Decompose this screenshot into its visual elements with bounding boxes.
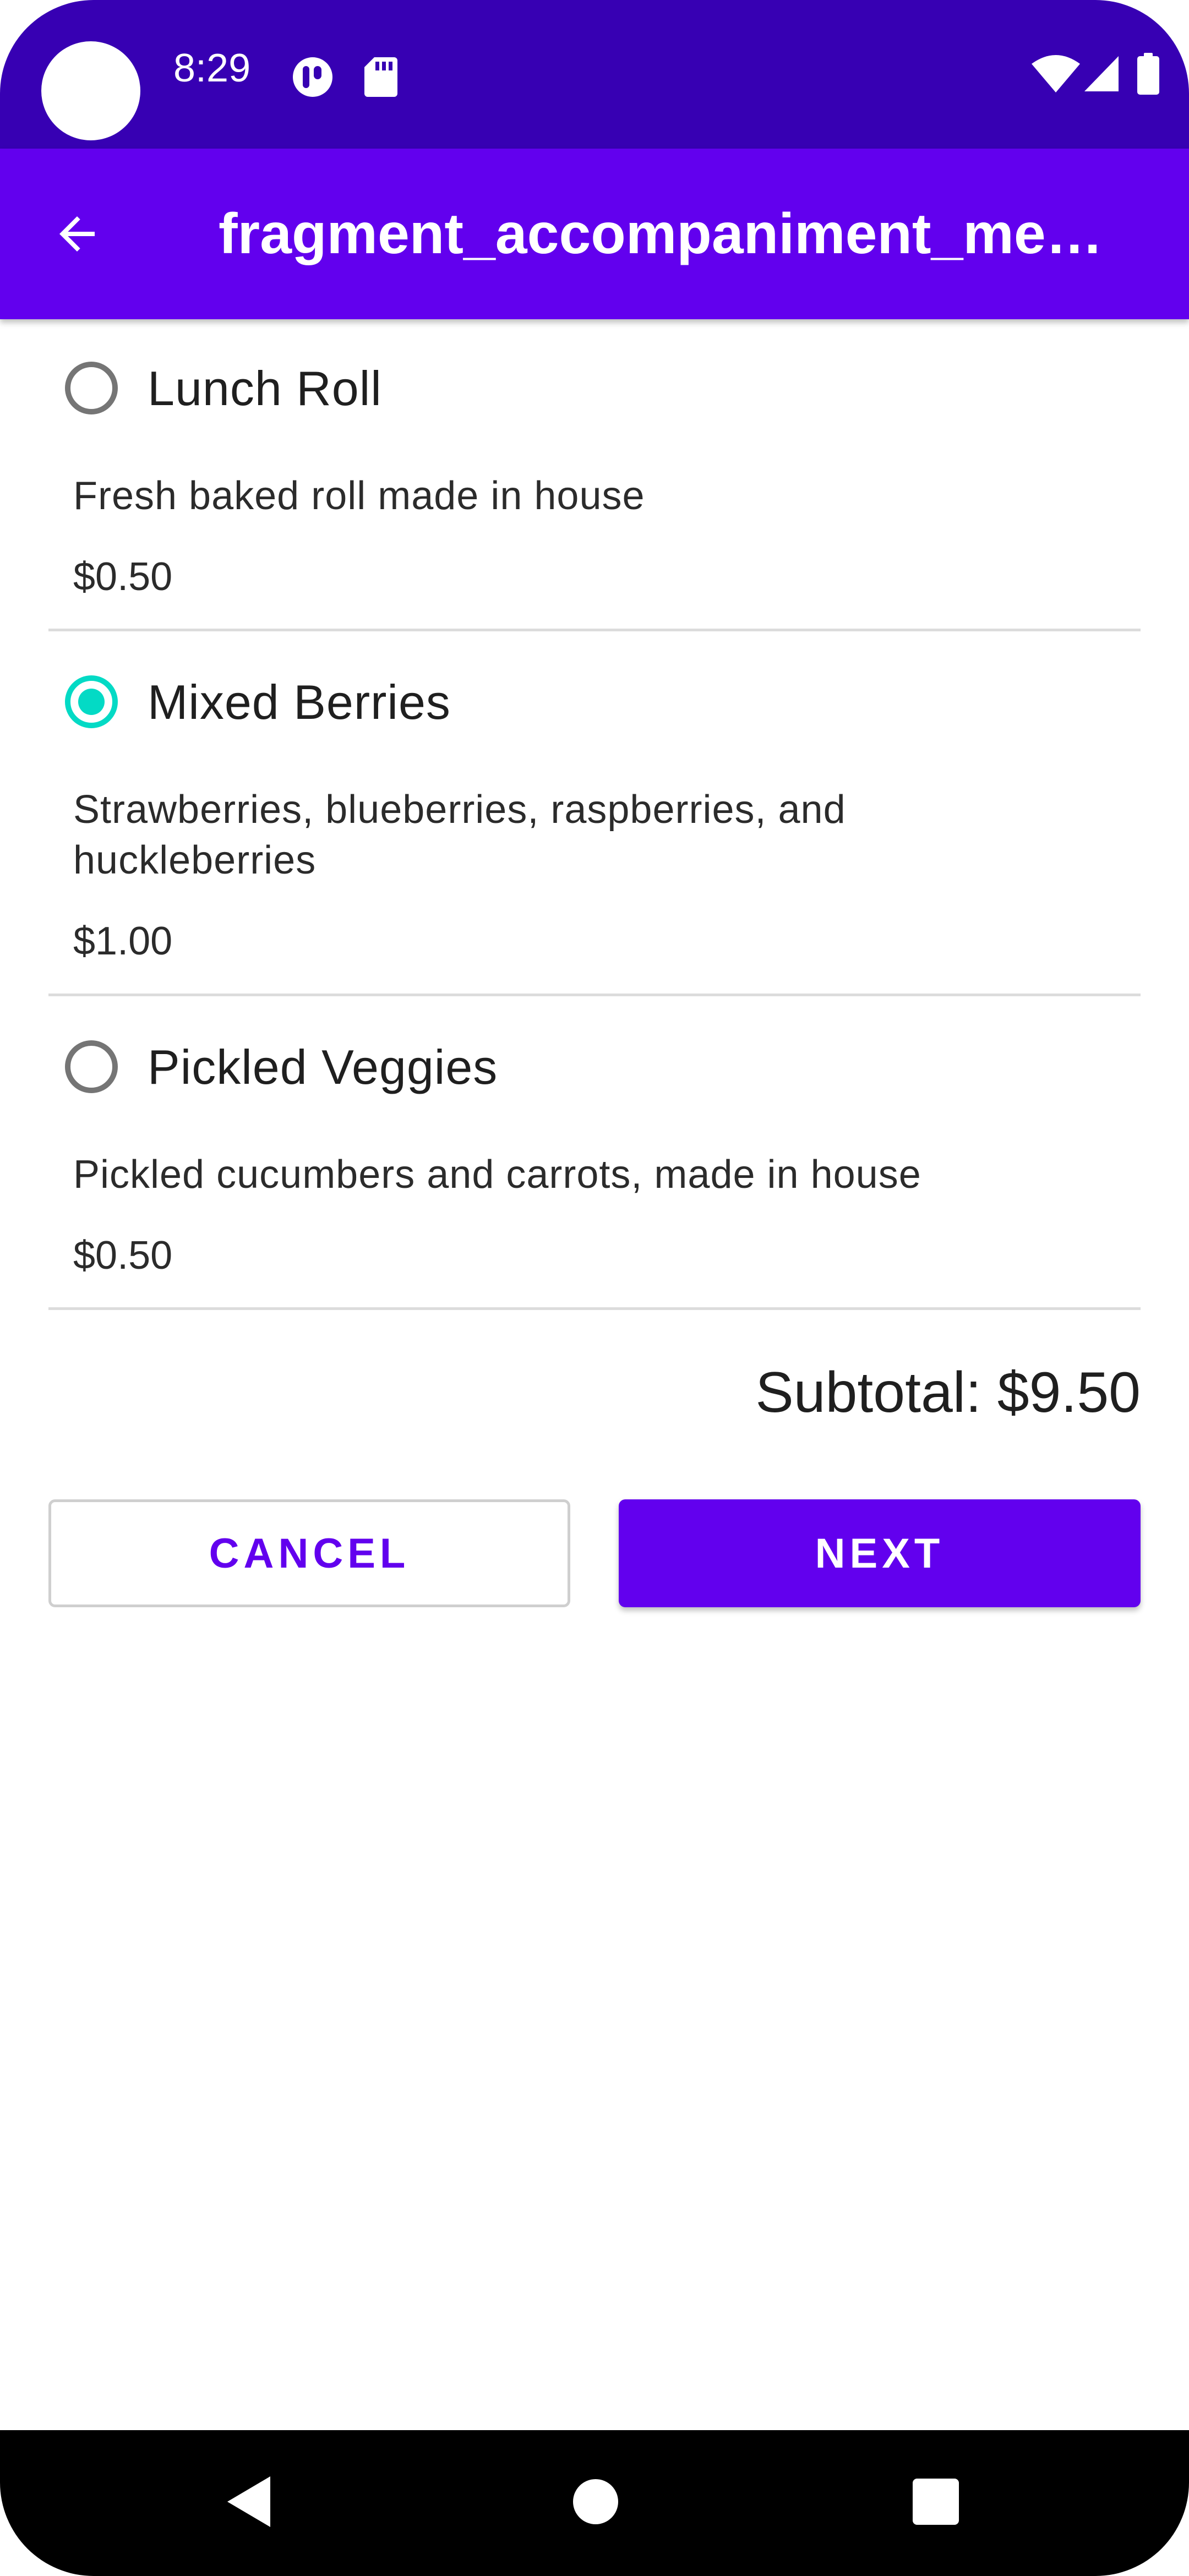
arrow-back-icon bbox=[59, 216, 95, 252]
item-name: Pickled Veggies bbox=[148, 1040, 498, 1094]
home-circle-icon bbox=[573, 2479, 618, 2524]
radio-pickled-veggies[interactable] bbox=[65, 1040, 118, 1093]
item-description: Pickled cucumbers and carrots, made in h… bbox=[73, 1153, 921, 1197]
camera-cutout bbox=[41, 41, 140, 140]
list-item-pickled-veggies: Pickled Veggies Pickled cucumbers and ca… bbox=[48, 996, 1141, 1310]
item-price: $1.00 bbox=[73, 919, 173, 963]
recents-square-icon bbox=[913, 2479, 959, 2525]
signal-icon bbox=[1084, 56, 1119, 91]
app-bar: fragment_accompaniment_me… bbox=[0, 149, 1189, 319]
subtotal-text: Subtotal: $9.50 bbox=[755, 1361, 1141, 1425]
item-description: Strawberries, blueberries, raspberries, … bbox=[73, 788, 846, 882]
nav-back-button[interactable] bbox=[205, 2458, 293, 2546]
status-time: 8:29 bbox=[173, 46, 251, 90]
status-bar: 8:29 bbox=[0, 0, 1189, 149]
cancel-button[interactable]: CANCEL bbox=[48, 1499, 570, 1607]
item-price: $0.50 bbox=[73, 1234, 173, 1278]
back-triangle-icon bbox=[227, 2476, 270, 2527]
nav-home-button[interactable] bbox=[552, 2458, 640, 2546]
back-button[interactable] bbox=[44, 201, 110, 267]
radio-lunch-roll[interactable] bbox=[65, 362, 118, 414]
radio-mixed-berries[interactable] bbox=[65, 675, 118, 728]
battery-icon bbox=[1137, 53, 1159, 95]
navigation-bar bbox=[0, 2430, 1189, 2576]
item-name: Mixed Berries bbox=[148, 675, 451, 729]
sd-card-icon bbox=[364, 57, 397, 97]
item-name: Lunch Roll bbox=[148, 361, 382, 416]
divider bbox=[48, 1307, 1141, 1310]
wifi-icon bbox=[1032, 55, 1080, 92]
nav-recents-button[interactable] bbox=[892, 2458, 980, 2546]
list-item-lunch-roll: Lunch Roll Fresh baked roll made in hous… bbox=[48, 319, 1141, 631]
app-notification-icon bbox=[293, 57, 332, 97]
list-item-mixed-berries: Mixed Berries Strawberries, blueberries,… bbox=[48, 631, 1141, 996]
page-title: fragment_accompaniment_me… bbox=[219, 202, 1103, 266]
item-description: Fresh baked roll made in house bbox=[73, 474, 645, 518]
next-button[interactable]: NEXT bbox=[619, 1499, 1141, 1607]
item-price: $0.50 bbox=[73, 555, 173, 599]
